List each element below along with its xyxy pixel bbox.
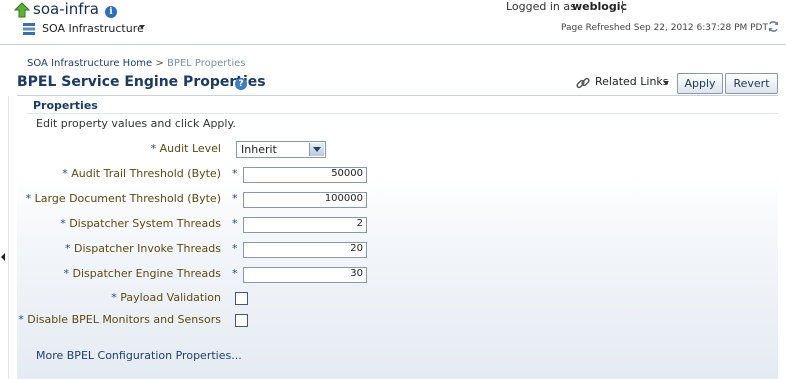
app-title: soa-infra [33,0,99,18]
dispatcher-system-threads-input[interactable]: 2 [243,217,367,233]
audit-trail-threshold-input[interactable]: 50000 [243,167,367,183]
required-indicator: * [232,192,238,205]
large-document-threshold-label: * Large Document Threshold (Byte) [25,192,221,205]
audit-level-value: Inherit [241,143,277,156]
revert-button[interactable]: Revert [725,73,778,94]
payload-validation-checkbox[interactable] [235,292,248,305]
header-divider [0,44,786,45]
audit-trail-threshold-label: * Audit Trail Threshold (Byte) [62,167,221,180]
required-indicator: * [232,217,238,230]
chevron-down-icon[interactable] [139,25,145,29]
related-links-menu[interactable]: Related Links [595,75,669,88]
more-bpel-configuration-link[interactable]: More BPEL Configuration Properties... [36,349,242,362]
payload-validation-label: * Payload Validation [111,291,221,304]
disable-bpel-monitors-label: * Disable BPEL Monitors and Sensors [18,313,221,326]
login-separator [622,1,623,13]
dropdown-arrow-icon[interactable] [309,143,324,156]
breadcrumb-home-link[interactable]: SOA Infrastructure Home [27,58,152,69]
apply-button[interactable]: Apply [677,73,723,94]
chevron-down-icon[interactable] [663,81,669,85]
disable-bpel-monitors-checkbox[interactable] [235,314,248,327]
audit-level-select[interactable]: Inherit [236,141,326,158]
login-user: weblogic [572,0,627,13]
login-label: Logged in as [506,0,576,13]
dispatcher-invoke-threads-label: * Dispatcher Invoke Threads [65,242,221,255]
info-icon[interactable]: i [105,6,117,18]
dispatcher-invoke-threads-input[interactable]: 20 [243,242,367,258]
dispatcher-engine-threads-input[interactable]: 30 [243,267,367,283]
properties-section-title: Properties [33,99,98,112]
breadcrumb-separator: > [155,58,164,69]
audit-level-label: * Audit Level [150,142,221,155]
required-indicator: * [232,167,238,180]
link-chain-icon[interactable] [575,75,591,91]
required-indicator: * [232,242,238,255]
soa-infrastructure-icon [23,23,35,35]
dispatcher-system-threads-label: * Dispatcher System Threads [60,217,221,230]
refresh-icon[interactable] [767,20,780,33]
soa-infrastructure-menu[interactable]: SOA Infrastructure [42,22,144,35]
breadcrumb: SOA Infrastructure Home > BPEL Propertie… [27,58,245,69]
page-title: BPEL Service Engine Properties [17,74,266,90]
instructions-text: Edit property values and click Apply. [36,117,236,130]
up-arrow-icon[interactable] [14,2,30,18]
dispatcher-engine-threads-label: * Dispatcher Engine Threads [63,267,222,280]
properties-panel [17,96,778,379]
large-document-threshold-input[interactable]: 100000 [243,192,367,208]
panel-left-border [8,96,9,379]
required-indicator: * [232,267,238,280]
section-divider [27,113,778,114]
help-icon[interactable]: ? [235,78,247,90]
page-refreshed-text: Page Refreshed Sep 22, 2012 6:37:28 PM P… [561,23,768,33]
breadcrumb-current: BPEL Properties [166,58,246,69]
